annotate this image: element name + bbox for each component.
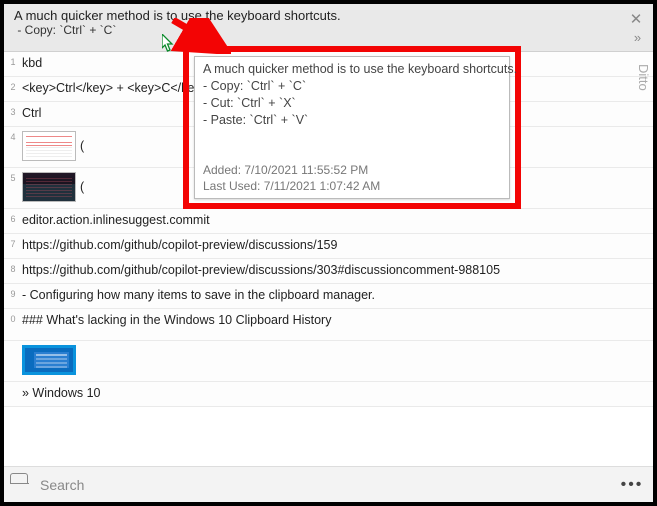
tooltip-last-used-date: Last Used: 7/11/2021 1:07:42 AM — [203, 178, 501, 194]
item-index: 8 — [6, 261, 20, 274]
item-text: ### What's lacking in the Windows 10 Cli… — [20, 311, 645, 327]
item-index — [6, 384, 20, 387]
item-index: 2 — [6, 79, 20, 92]
annotation-arrow-icon — [171, 18, 231, 54]
item-text: - Configuring how many items to save in … — [20, 286, 645, 302]
item-index: 0 — [6, 311, 20, 324]
more-menu-button[interactable]: ••• — [617, 476, 647, 494]
item-content — [20, 343, 645, 375]
clipboard-icon[interactable] — [10, 473, 28, 497]
image-thumbnail-icon — [22, 345, 76, 375]
list-item[interactable]: 0 ### What's lacking in the Windows 10 C… — [4, 309, 653, 341]
tooltip-line: A much quicker method is to use the keyb… — [203, 61, 501, 78]
tooltip-line: - Paste: `Ctrl` + `V` — [203, 112, 501, 129]
expand-chevron-icon[interactable]: » — [625, 28, 647, 46]
search-input[interactable] — [40, 477, 617, 493]
mouse-cursor-icon — [162, 34, 175, 53]
item-text: ( — [80, 180, 84, 194]
tooltip-line: - Copy: `Ctrl` + `C` — [203, 78, 501, 95]
item-index: 7 — [6, 236, 20, 249]
item-text: » Windows 10 — [20, 384, 645, 400]
item-index — [6, 343, 20, 346]
item-index: 4 — [6, 129, 20, 142]
annotation-highlight: A much quicker method is to use the keyb… — [183, 46, 521, 209]
header-line2: - Copy: `Ctrl` + `C` — [14, 23, 647, 37]
list-item[interactable]: » Windows 10 — [4, 382, 653, 407]
item-index: 9 — [6, 286, 20, 299]
item-index: 6 — [6, 211, 20, 224]
image-thumbnail-icon — [22, 172, 76, 202]
item-index: 1 — [6, 54, 20, 67]
item-text: https://github.com/github/copilot-previe… — [20, 261, 645, 277]
item-text: editor.action.inlinesuggest.commit — [20, 211, 645, 227]
item-preview-tooltip: A much quicker method is to use the keyb… — [194, 56, 510, 199]
item-index: 3 — [6, 104, 20, 117]
item-index: 5 — [6, 170, 20, 183]
list-item[interactable]: 7 https://github.com/github/copilot-prev… — [4, 234, 653, 259]
search-bar: ••• — [4, 466, 653, 502]
header-line1: A much quicker method is to use the keyb… — [14, 8, 647, 23]
item-text: https://github.com/github/copilot-previe… — [20, 236, 645, 252]
app-name-label: Ditto — [636, 64, 651, 91]
image-thumbnail-icon — [22, 131, 76, 161]
tooltip-added-date: Added: 7/10/2021 11:55:52 PM — [203, 162, 501, 178]
tooltip-line: - Cut: `Ctrl` + `X` — [203, 95, 501, 112]
close-button[interactable]: ✕ — [625, 8, 647, 30]
item-text: ( — [80, 139, 84, 153]
selected-item-header: A much quicker method is to use the keyb… — [4, 4, 653, 52]
list-item[interactable]: 8 https://github.com/github/copilot-prev… — [4, 259, 653, 284]
list-item[interactable] — [4, 341, 653, 382]
list-item[interactable]: 9 - Configuring how many items to save i… — [4, 284, 653, 309]
list-item[interactable]: 6 editor.action.inlinesuggest.commit — [4, 209, 653, 234]
